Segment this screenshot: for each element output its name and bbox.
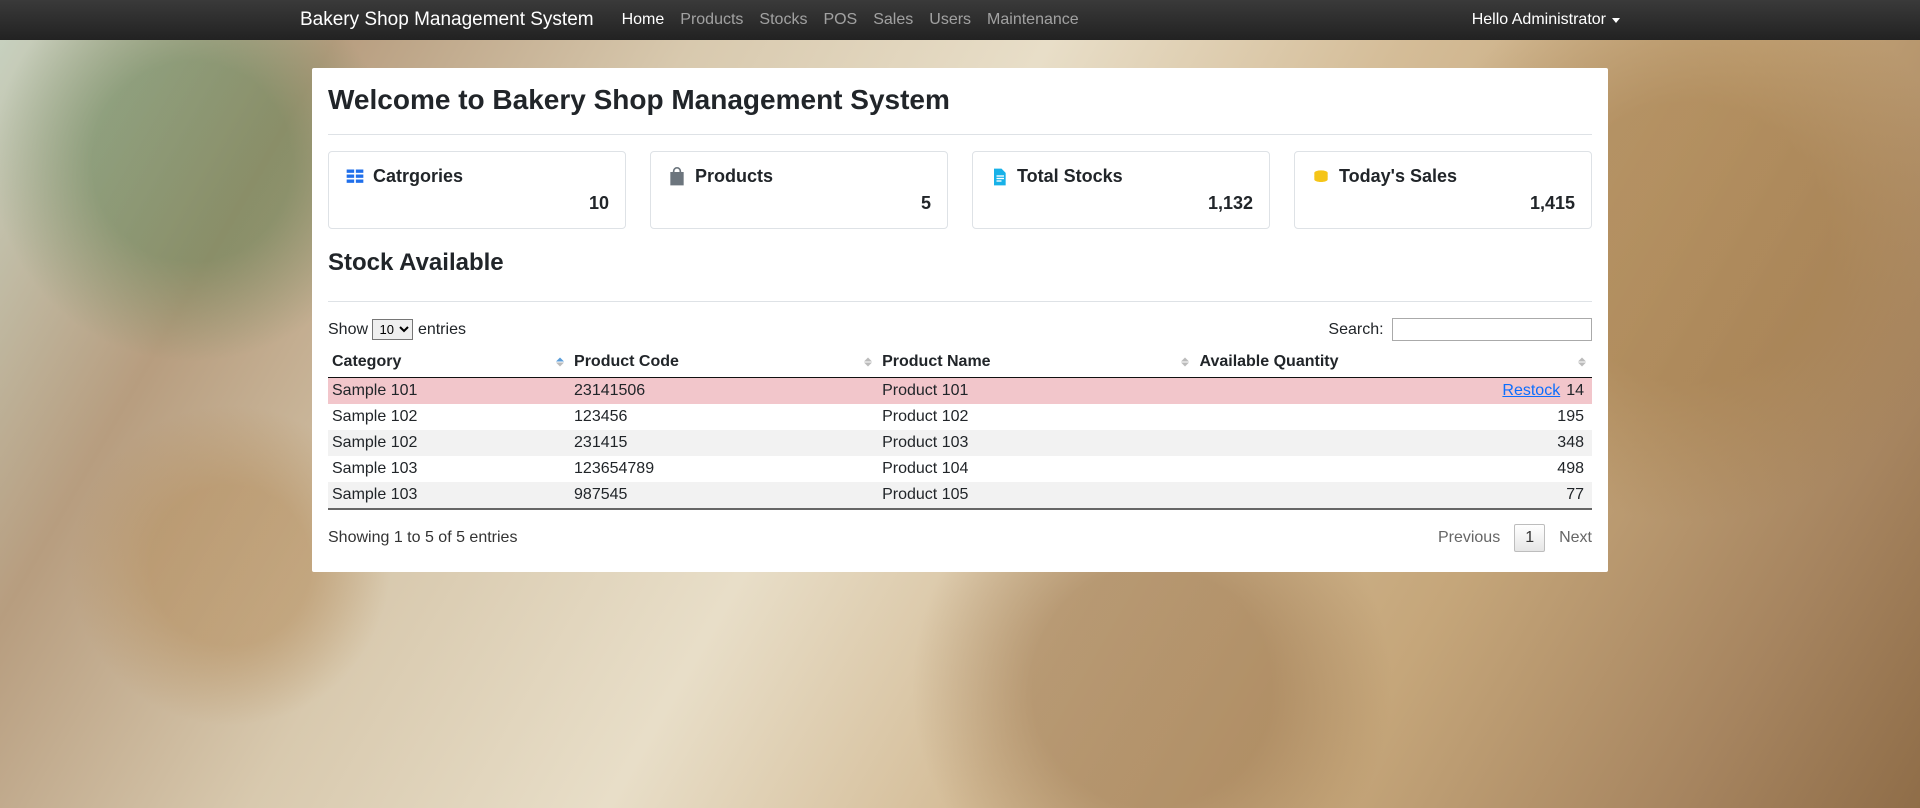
cell-code: 123456 — [570, 404, 878, 430]
cell-code: 123654789 — [570, 456, 878, 482]
cell-code: 987545 — [570, 482, 878, 509]
cell-name: Product 105 — [878, 482, 1195, 509]
cell-category: Sample 102 — [328, 404, 570, 430]
navbar: Bakery Shop Management System HomeProduc… — [0, 0, 1920, 40]
cell-name: Product 101 — [878, 378, 1195, 405]
table-row: Sample 102231415Product 103348 — [328, 430, 1592, 456]
length-prefix: Show — [328, 321, 368, 338]
cell-qty: Restock14 — [1195, 378, 1592, 405]
table-row: Sample 103123654789Product 104498 — [328, 456, 1592, 482]
chevron-down-icon — [1612, 18, 1620, 23]
table-info: Showing 1 to 5 of 5 entries — [328, 529, 517, 547]
file-icon — [989, 167, 1009, 187]
nav-link-maintenance[interactable]: Maintenance — [979, 3, 1087, 37]
grid-icon — [345, 167, 365, 187]
next-button[interactable]: Next — [1559, 529, 1592, 547]
col-product-code[interactable]: Product Code — [570, 347, 878, 378]
stat-card-1: Products 5 — [650, 151, 948, 229]
nav-link-pos[interactable]: POS — [815, 3, 865, 37]
cell-qty: 498 — [1195, 456, 1592, 482]
coins-icon — [1311, 167, 1331, 187]
stat-card-3: Today's Sales 1,415 — [1294, 151, 1592, 229]
user-dropdown[interactable]: Hello Administrator — [1472, 3, 1620, 37]
search-label: Search: — [1328, 321, 1383, 338]
length-suffix: entries — [418, 321, 466, 338]
cell-name: Product 103 — [878, 430, 1195, 456]
nav-link-users[interactable]: Users — [921, 3, 979, 37]
stat-value: 10 — [345, 193, 609, 214]
restock-link[interactable]: Restock — [1502, 382, 1560, 399]
table-row: Sample 102123456Product 102195 — [328, 404, 1592, 430]
stat-value: 1,132 — [989, 193, 1253, 214]
sort-icon — [864, 358, 872, 367]
brand: Bakery Shop Management System — [300, 9, 594, 31]
entries-length: Show 10 entries — [328, 319, 466, 340]
col-product-name[interactable]: Product Name — [878, 347, 1195, 378]
nav-link-products[interactable]: Products — [672, 3, 751, 37]
cell-category: Sample 103 — [328, 456, 570, 482]
sort-icon — [556, 358, 564, 367]
cell-name: Product 102 — [878, 404, 1195, 430]
stat-label: Today's Sales — [1339, 166, 1457, 187]
stat-value: 5 — [667, 193, 931, 214]
main-card: Welcome to Bakery Shop Management System… — [312, 68, 1608, 572]
col-category[interactable]: Category — [328, 347, 570, 378]
cell-qty: 348 — [1195, 430, 1592, 456]
cell-category: Sample 102 — [328, 430, 570, 456]
nav-link-sales[interactable]: Sales — [865, 3, 921, 37]
col-available-quantity[interactable]: Available Quantity — [1195, 347, 1592, 378]
length-select[interactable]: 10 — [372, 319, 413, 340]
divider — [328, 134, 1592, 135]
divider — [328, 301, 1592, 302]
nav-link-home[interactable]: Home — [614, 3, 673, 37]
cell-qty: 77 — [1195, 482, 1592, 509]
cell-qty: 195 — [1195, 404, 1592, 430]
cell-code: 23141506 — [570, 378, 878, 405]
stat-value: 1,415 — [1311, 193, 1575, 214]
cell-category: Sample 101 — [328, 378, 570, 405]
stat-row: Catrgories10Products5Total Stocks1,132To… — [328, 151, 1592, 229]
page-number[interactable]: 1 — [1514, 524, 1545, 552]
stat-card-0: Catrgories 10 — [328, 151, 626, 229]
table-row: Sample 10123141506Product 101Restock14 — [328, 378, 1592, 405]
stat-label: Catrgories — [373, 166, 463, 187]
table-row: Sample 103987545Product 10577 — [328, 482, 1592, 509]
bag-icon — [667, 167, 687, 187]
sort-icon — [1578, 358, 1586, 367]
nav-link-stocks[interactable]: Stocks — [751, 3, 815, 37]
pagination: Previous 1 Next — [1438, 524, 1592, 552]
prev-button[interactable]: Previous — [1438, 529, 1500, 547]
cell-category: Sample 103 — [328, 482, 570, 509]
search-filter: Search: — [1328, 318, 1592, 341]
sort-icon — [1181, 358, 1189, 367]
stat-card-2: Total Stocks 1,132 — [972, 151, 1270, 229]
stat-label: Total Stocks — [1017, 166, 1123, 187]
user-label: Hello Administrator — [1472, 11, 1606, 29]
cell-name: Product 104 — [878, 456, 1195, 482]
cell-code: 231415 — [570, 430, 878, 456]
nav-links: HomeProductsStocksPOSSalesUsersMaintenan… — [614, 3, 1087, 37]
search-input[interactable] — [1392, 318, 1592, 341]
page-title: Welcome to Bakery Shop Management System — [328, 84, 1592, 116]
stat-label: Products — [695, 166, 773, 187]
stock-table: CategoryProduct CodeProduct NameAvailabl… — [328, 347, 1592, 510]
section-title: Stock Available — [328, 249, 1592, 277]
